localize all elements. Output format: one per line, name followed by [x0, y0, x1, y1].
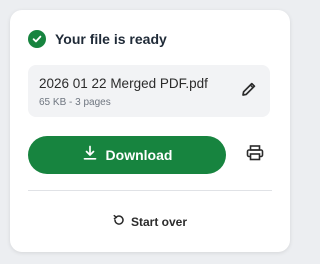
- start-over-button[interactable]: Start over: [10, 213, 290, 231]
- ready-title: Your file is ready: [55, 31, 167, 47]
- file-meta: 65 KB - 3 pages: [39, 97, 111, 108]
- pencil-icon: [241, 81, 257, 102]
- start-over-label: Start over: [130, 215, 188, 229]
- restart-icon: [113, 213, 125, 231]
- printer-icon: [246, 144, 264, 166]
- file-ready-card: Your file is ready 2026 01 22 Merged PDF…: [10, 10, 290, 252]
- download-button[interactable]: Download: [28, 136, 226, 174]
- download-label: Download: [105, 147, 173, 163]
- print-button[interactable]: [243, 144, 267, 166]
- check-circle-icon: [28, 30, 46, 48]
- status-row: Your file is ready: [28, 30, 167, 48]
- download-icon: [82, 145, 98, 166]
- rename-button[interactable]: [238, 80, 260, 102]
- file-name: 2026 01 22 Merged PDF.pdf: [39, 76, 208, 91]
- file-info-box: 2026 01 22 Merged PDF.pdf 65 KB - 3 page…: [28, 65, 270, 117]
- divider: [28, 190, 272, 191]
